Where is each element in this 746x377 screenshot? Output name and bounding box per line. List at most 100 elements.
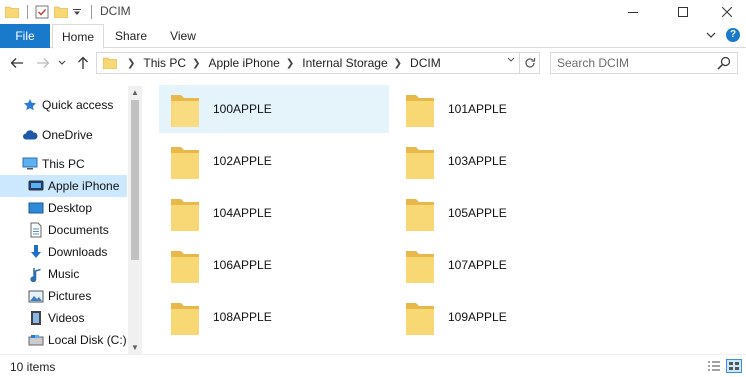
ribbon-tabs: File Home Share View ? (0, 24, 746, 49)
toolbar-divider (91, 5, 92, 19)
search-icon[interactable] (717, 56, 731, 70)
recent-locations-chevron-icon[interactable] (56, 54, 68, 72)
folder-icon (171, 303, 199, 335)
up-arrow-icon[interactable] (74, 54, 92, 72)
disk-icon (28, 332, 44, 348)
folder-item-102apple[interactable]: 102APPLE (159, 137, 389, 185)
breadcrumb-dcim[interactable]: DCIM (410, 56, 441, 70)
folder-icon (406, 147, 434, 179)
folder-name: 103APPLE (448, 154, 507, 168)
breadcrumb-internal-storage[interactable]: Internal Storage ❯ (302, 56, 410, 70)
large-icons-view-icon[interactable] (726, 359, 742, 373)
sidebar-item-apple-iphone[interactable]: Apple iPhone (0, 175, 127, 197)
tab-file[interactable]: File (0, 24, 50, 48)
sidebar-item-label: Desktop (48, 201, 93, 215)
navigation-pane: Quick access OneDrive This PC Apple iPho… (0, 86, 144, 354)
folder-item-106apple[interactable]: 106APPLE (159, 241, 389, 289)
folder-icon (102, 57, 118, 70)
folder-content-view: 100APPLE 101APPLE 102APPLE 103APPLE 104A… (152, 82, 746, 354)
navigation-scrollbar[interactable]: ▲ ▼ (128, 86, 142, 354)
sidebar-item-desktop[interactable]: Desktop (0, 197, 127, 219)
folder-icon (4, 4, 20, 20)
breadcrumb-chevron-icon[interactable]: ❯ (286, 58, 294, 69)
quick-access-toolbar (4, 3, 98, 21)
minimize-button[interactable] (610, 0, 656, 24)
sidebar-item-this-pc[interactable]: This PC (0, 153, 127, 175)
breadcrumb-apple-iphone[interactable]: Apple iPhone ❯ (208, 56, 302, 70)
address-dropdown-chevron-icon[interactable] (507, 55, 515, 65)
sidebar-item-label: Downloads (48, 245, 108, 259)
sidebar-item-label: Videos (48, 311, 85, 325)
breadcrumb-this-pc[interactable]: This PC ❯ (143, 56, 208, 70)
folder-name: 107APPLE (448, 258, 507, 272)
folder-item-108apple[interactable]: 108APPLE (159, 293, 389, 341)
back-arrow-icon[interactable] (8, 54, 26, 72)
scroll-down-icon[interactable]: ▼ (128, 343, 142, 352)
folder-icon (406, 251, 434, 283)
tab-share[interactable]: Share (110, 24, 152, 48)
window-title: DCIM (100, 4, 131, 18)
folder-item-101apple[interactable]: 101APPLE (394, 85, 624, 133)
folder-name: 102APPLE (213, 154, 272, 168)
folder-item-105apple[interactable]: 105APPLE (394, 189, 624, 237)
folder-name: 101APPLE (448, 102, 507, 116)
close-button[interactable] (704, 0, 746, 24)
sidebar-item-pictures[interactable]: Pictures (0, 285, 127, 307)
status-bar: 10 items (0, 354, 746, 377)
properties-icon[interactable] (34, 4, 50, 20)
sidebar-item-label: Music (48, 267, 80, 281)
sidebar-item-documents[interactable]: Documents (0, 219, 127, 241)
scrollbar-thumb[interactable] (131, 100, 139, 260)
folder-item-104apple[interactable]: 104APPLE (159, 189, 389, 237)
new-folder-icon[interactable] (53, 4, 69, 20)
item-count: 10 items (10, 360, 56, 374)
toolbar-divider (27, 5, 28, 19)
folder-name: 105APPLE (448, 206, 507, 220)
folder-icon (406, 303, 434, 335)
forward-arrow-icon[interactable] (34, 54, 52, 72)
details-view-icon[interactable] (706, 359, 722, 373)
sidebar-item-videos[interactable]: Videos (0, 307, 127, 329)
folder-icon (171, 95, 199, 127)
scroll-up-icon[interactable]: ▲ (128, 88, 142, 97)
sidebar-item-onedrive[interactable]: OneDrive (0, 124, 127, 146)
breadcrumb-chevron-icon[interactable]: ❯ (394, 58, 402, 69)
tab-home[interactable]: Home (52, 24, 104, 49)
sidebar-item-label: Documents (48, 223, 109, 237)
cloud-icon (22, 127, 38, 143)
folder-name: 100APPLE (213, 102, 272, 116)
folder-name: 109APPLE (448, 310, 507, 324)
folder-icon (171, 199, 199, 231)
help-icon[interactable]: ? (726, 28, 740, 42)
maximize-button[interactable] (660, 0, 706, 24)
refresh-icon[interactable] (519, 53, 539, 73)
search-input[interactable] (551, 53, 711, 73)
address-row: ❯ This PC ❯ Apple iPhone ❯ Internal Storag… (0, 49, 746, 77)
breadcrumb-chevron-icon[interactable]: ❯ (192, 58, 200, 69)
sidebar-item-label: Apple iPhone (48, 179, 120, 193)
folder-item-109apple[interactable]: 109APPLE (394, 293, 624, 341)
sidebar-item-downloads[interactable]: Downloads (0, 241, 127, 263)
sidebar-item-quick-access[interactable]: Quick access (0, 94, 127, 116)
folder-icon (171, 147, 199, 179)
folder-icon (406, 95, 434, 127)
folder-icon (406, 199, 434, 231)
title-bar: DCIM (0, 0, 746, 24)
expand-ribbon-chevron-icon[interactable] (706, 28, 716, 42)
customize-toolbar-chevron-icon[interactable] (72, 4, 82, 20)
sidebar-item-label: Quick access (42, 98, 114, 112)
folder-item-107apple[interactable]: 107APPLE (394, 241, 624, 289)
iphone-icon (28, 178, 44, 194)
folder-name: 108APPLE (213, 310, 272, 324)
address-bar[interactable]: ❯ This PC ❯ Apple iPhone ❯ Internal Storag… (96, 52, 540, 74)
music-icon (28, 266, 44, 282)
tab-view[interactable]: View (162, 24, 204, 48)
folder-icon (171, 251, 199, 283)
sidebar-item-label: Local Disk (C:) (48, 333, 127, 347)
folder-item-103apple[interactable]: 103APPLE (394, 137, 624, 185)
sidebar-item-local-disk[interactable]: Local Disk (C:) (0, 329, 127, 351)
folder-item-100apple[interactable]: 100APPLE (159, 85, 389, 133)
sidebar-item-label: Pictures (48, 289, 92, 303)
sidebar-item-music[interactable]: Music (0, 263, 127, 285)
breadcrumb-chevron-icon[interactable]: ❯ (127, 58, 135, 69)
